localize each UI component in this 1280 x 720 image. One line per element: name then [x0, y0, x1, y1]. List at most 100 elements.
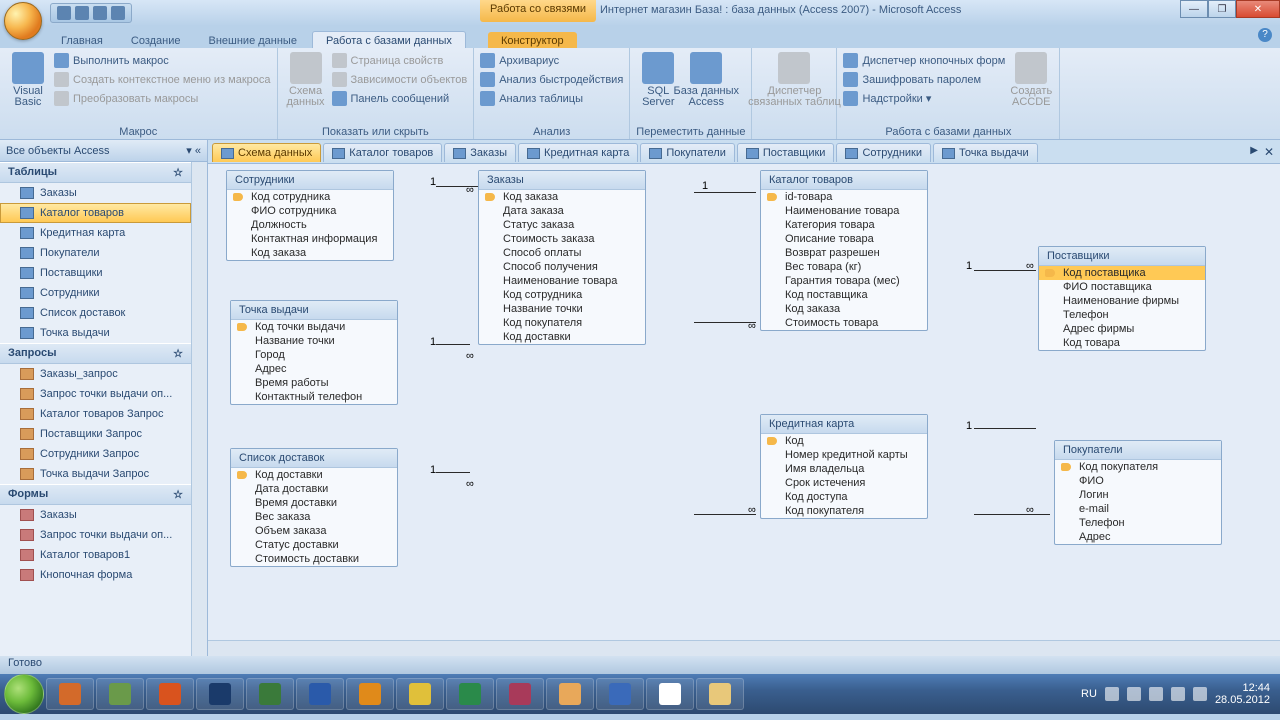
object-deps-button[interactable]: Зависимости объектов: [332, 71, 468, 88]
nav-item[interactable]: Каталог товаров1: [0, 545, 191, 565]
doc-tab[interactable]: Схема данных: [212, 143, 321, 162]
close-button[interactable]: ✕: [1236, 0, 1280, 18]
field-row[interactable]: Код заказа: [761, 302, 927, 316]
tab-external[interactable]: Внешние данные: [196, 32, 310, 48]
tray-icon[interactable]: [1105, 687, 1119, 701]
doc-tab[interactable]: Каталог товаров: [323, 143, 442, 162]
taskbar-app[interactable]: [496, 678, 544, 710]
field-row[interactable]: Код доставки: [479, 330, 645, 344]
tray-icon[interactable]: [1171, 687, 1185, 701]
doc-tab[interactable]: Кредитная карта: [518, 143, 638, 162]
close-tab-icon[interactable]: ✕: [1264, 145, 1274, 159]
field-row[interactable]: Код поставщика: [1039, 266, 1205, 280]
field-row[interactable]: Способ получения: [479, 260, 645, 274]
nav-item[interactable]: Покупатели: [0, 243, 191, 263]
tabs-scroll-icon[interactable]: ▶: [1250, 145, 1258, 156]
field-row[interactable]: Стоимость доставки: [231, 552, 397, 566]
field-row[interactable]: Код товара: [1039, 336, 1205, 350]
field-row[interactable]: Название точки: [231, 334, 397, 348]
nav-item[interactable]: Заказы: [0, 505, 191, 525]
field-row[interactable]: Код точки выдачи: [231, 320, 397, 334]
field-row[interactable]: Статус доставки: [231, 538, 397, 552]
field-row[interactable]: Код сотрудника: [479, 288, 645, 302]
taskbar-app[interactable]: [596, 678, 644, 710]
tray-icon[interactable]: [1149, 687, 1163, 701]
field-row[interactable]: Логин: [1055, 488, 1221, 502]
field-row[interactable]: ФИО: [1055, 474, 1221, 488]
table-title[interactable]: Каталог товаров: [761, 171, 927, 190]
access-db-button[interactable]: База данных Access: [684, 52, 728, 108]
tab-design[interactable]: Конструктор: [488, 32, 577, 48]
nav-header[interactable]: Все объекты Access▾ «: [0, 140, 207, 162]
field-row[interactable]: Описание товара: [761, 232, 927, 246]
field-row[interactable]: Адрес: [1055, 530, 1221, 544]
nav-section-header[interactable]: Таблицы☆: [0, 162, 191, 183]
taskbar-app[interactable]: [146, 678, 194, 710]
system-tray[interactable]: RU 12:4428.05.2012: [1081, 682, 1276, 706]
field-row[interactable]: Дата заказа: [479, 204, 645, 218]
nav-item[interactable]: Каталог товаров: [0, 203, 191, 223]
field-row[interactable]: Контактная информация: [227, 232, 393, 246]
field-row[interactable]: Время доставки: [231, 496, 397, 510]
taskbar-app[interactable]: [646, 678, 694, 710]
nav-item[interactable]: Точка выдачи Запрос: [0, 464, 191, 484]
field-row[interactable]: Имя владельца: [761, 462, 927, 476]
lang-indicator[interactable]: RU: [1081, 688, 1097, 700]
nav-item[interactable]: Каталог товаров Запрос: [0, 404, 191, 424]
h-scrollbar[interactable]: [208, 640, 1280, 656]
table-title[interactable]: Точка выдачи: [231, 301, 397, 320]
table-box[interactable]: ЗаказыКод заказаДата заказаСтатус заказа…: [478, 170, 646, 345]
field-row[interactable]: Код заказа: [227, 246, 393, 260]
table-box[interactable]: Точка выдачиКод точки выдачиНазвание точ…: [230, 300, 398, 405]
linked-table-mgr-button[interactable]: Диспетчер связанных таблиц: [758, 52, 830, 108]
nav-item[interactable]: Сотрудники: [0, 283, 191, 303]
doc-tab[interactable]: Сотрудники: [836, 143, 931, 162]
nav-item[interactable]: Кнопочная форма: [0, 565, 191, 585]
field-row[interactable]: Город: [231, 348, 397, 362]
field-row[interactable]: Код заказа: [479, 190, 645, 204]
minimize-button[interactable]: —: [1180, 0, 1208, 18]
field-row[interactable]: Адрес: [231, 362, 397, 376]
message-bar-button[interactable]: Панель сообщений: [332, 90, 468, 107]
field-row[interactable]: Наименование товара: [761, 204, 927, 218]
table-title[interactable]: Покупатели: [1055, 441, 1221, 460]
shortcut-menu-button[interactable]: Создать контекстное меню из макроса: [54, 71, 271, 88]
field-row[interactable]: Стоимость товара: [761, 316, 927, 330]
field-row[interactable]: Стоимость заказа: [479, 232, 645, 246]
field-row[interactable]: Код доступа: [761, 490, 927, 504]
field-row[interactable]: Статус заказа: [479, 218, 645, 232]
nav-item[interactable]: Запрос точки выдачи оп...: [0, 525, 191, 545]
run-macro-button[interactable]: Выполнить макрос: [54, 52, 271, 69]
field-row[interactable]: ФИО поставщика: [1039, 280, 1205, 294]
taskbar-app[interactable]: [446, 678, 494, 710]
nav-item[interactable]: Кредитная карта: [0, 223, 191, 243]
switchboard-mgr-button[interactable]: Диспетчер кнопочных форм: [843, 52, 1005, 69]
field-row[interactable]: Наименование товара: [479, 274, 645, 288]
field-row[interactable]: Должность: [227, 218, 393, 232]
nav-item[interactable]: Поставщики Запрос: [0, 424, 191, 444]
table-title[interactable]: Заказы: [479, 171, 645, 190]
field-row[interactable]: Возврат разрешен: [761, 246, 927, 260]
relationships-canvas[interactable]: Схема данныхКаталог товаровЗаказыКредитн…: [208, 140, 1280, 656]
field-row[interactable]: Срок истечения: [761, 476, 927, 490]
table-box[interactable]: ПокупателиКод покупателяФИОЛогинe-mailТе…: [1054, 440, 1222, 545]
visual-basic-button[interactable]: Visual Basic: [6, 52, 50, 108]
nav-item[interactable]: Точка выдачи: [0, 323, 191, 343]
documenter-button[interactable]: Архивариус: [480, 52, 623, 69]
quick-access-toolbar[interactable]: [50, 3, 132, 23]
nav-item[interactable]: Список доставок: [0, 303, 191, 323]
taskbar-app[interactable]: [246, 678, 294, 710]
table-title[interactable]: Поставщики: [1039, 247, 1205, 266]
encrypt-button[interactable]: Зашифровать паролем: [843, 71, 1005, 88]
table-box[interactable]: Каталог товаровid-товараНаименование тов…: [760, 170, 928, 331]
convert-macros-button[interactable]: Преобразовать макросы: [54, 90, 271, 107]
field-row[interactable]: Адрес фирмы: [1039, 322, 1205, 336]
field-row[interactable]: Номер кредитной карты: [761, 448, 927, 462]
office-button[interactable]: [4, 2, 42, 40]
field-row[interactable]: ФИО сотрудника: [227, 204, 393, 218]
tab-create[interactable]: Создание: [118, 32, 194, 48]
taskbar-app[interactable]: [196, 678, 244, 710]
nav-section-header[interactable]: Формы☆: [0, 484, 191, 505]
field-row[interactable]: Время работы: [231, 376, 397, 390]
field-row[interactable]: Код покупателя: [479, 316, 645, 330]
